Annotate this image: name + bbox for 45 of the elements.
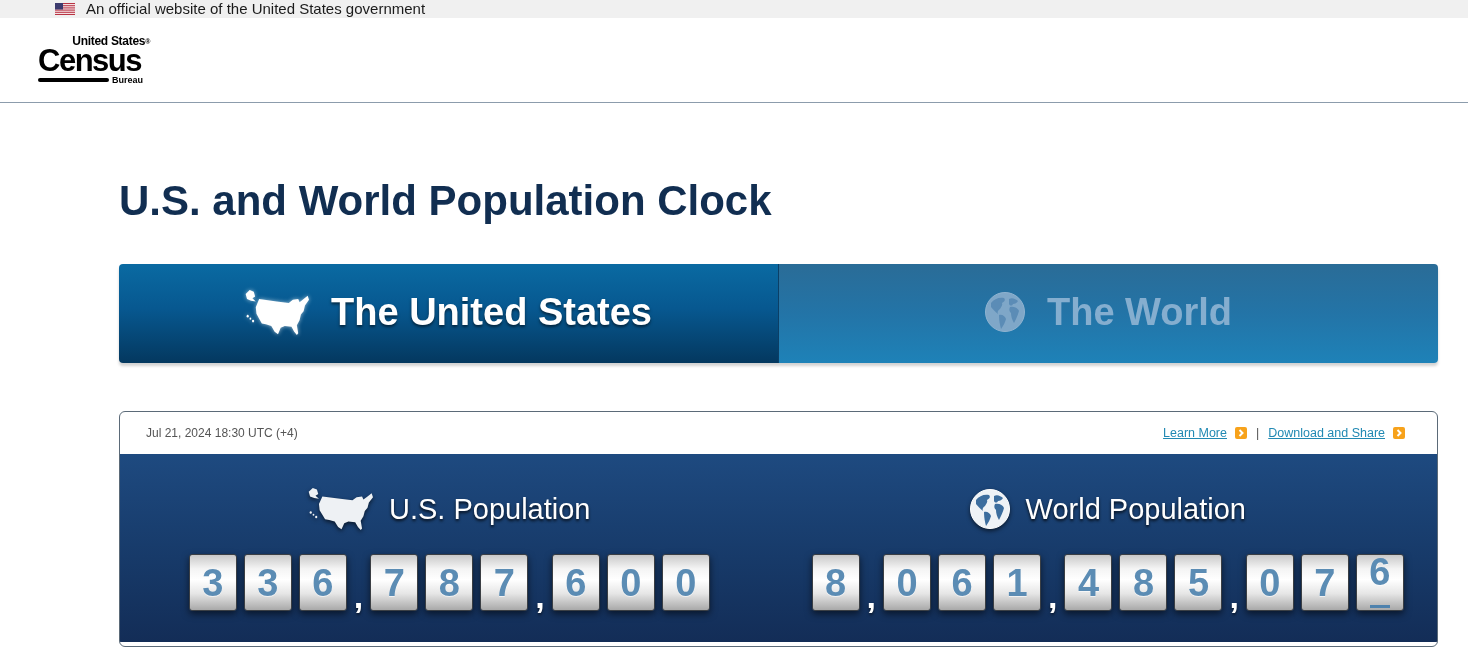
counter-digit: 0 xyxy=(1245,554,1294,611)
counter-title: World Population xyxy=(1025,492,1246,526)
logo-wordmark: Census xyxy=(38,48,142,73)
counter-title: U.S. Population xyxy=(389,492,591,526)
download-share-link[interactable]: Download and Share xyxy=(1268,426,1405,440)
counter-digit: 6 xyxy=(938,554,986,611)
counter-digit: 0 xyxy=(606,554,655,611)
chevron-icon xyxy=(1235,427,1247,439)
counter-digit: 6 xyxy=(298,554,347,611)
chevron-icon xyxy=(1393,427,1405,439)
learn-more-link[interactable]: Learn More xyxy=(1163,426,1247,440)
counter-digit: 6 xyxy=(551,554,600,611)
counter-digit: 3 xyxy=(243,554,292,611)
counter-digit: 8 xyxy=(425,554,474,611)
timestamp: Jul 21, 2024 18:30 UTC (+4) xyxy=(146,426,298,440)
counter-digit: 0 xyxy=(883,554,931,611)
page-title: U.S. and World Population Clock xyxy=(119,177,772,225)
counter-digit: 0 xyxy=(661,554,710,611)
logo-underline xyxy=(38,78,109,82)
link-separator: | xyxy=(1256,426,1260,440)
counter-digit: 4 xyxy=(1064,554,1113,611)
counter-digit: 7 xyxy=(370,554,419,611)
counter-digit: 8 xyxy=(1119,554,1168,611)
us-map-icon xyxy=(245,289,309,335)
digit-separator: , xyxy=(1229,581,1239,611)
digit-separator: , xyxy=(866,581,876,611)
counter-digit: 1 xyxy=(993,554,1041,611)
counter-digit: 6 xyxy=(1355,554,1404,611)
digit-separator: , xyxy=(353,581,364,611)
region-tab[interactable]: The United States xyxy=(119,264,779,363)
counter-digit: 7 xyxy=(1300,554,1349,611)
region-tab[interactable]: The World xyxy=(779,264,1438,363)
digit-separator: , xyxy=(1048,581,1058,611)
logo-subtitle: Bureau xyxy=(112,75,143,85)
flag-icon xyxy=(55,3,75,15)
globe-icon xyxy=(984,292,1025,332)
logo-tagline: United States$^{®}$ xyxy=(72,35,150,48)
gov-banner-text: An official website of the United States government xyxy=(86,0,426,18)
counter-digit: 8 xyxy=(811,554,860,611)
counter-digit: 5 xyxy=(1174,554,1223,611)
counter-digit: 3 xyxy=(188,554,237,611)
counter-digit: 7 xyxy=(480,554,529,611)
us-map-icon xyxy=(308,488,373,530)
globe-icon xyxy=(969,489,1010,529)
digit-separator: , xyxy=(535,581,545,611)
